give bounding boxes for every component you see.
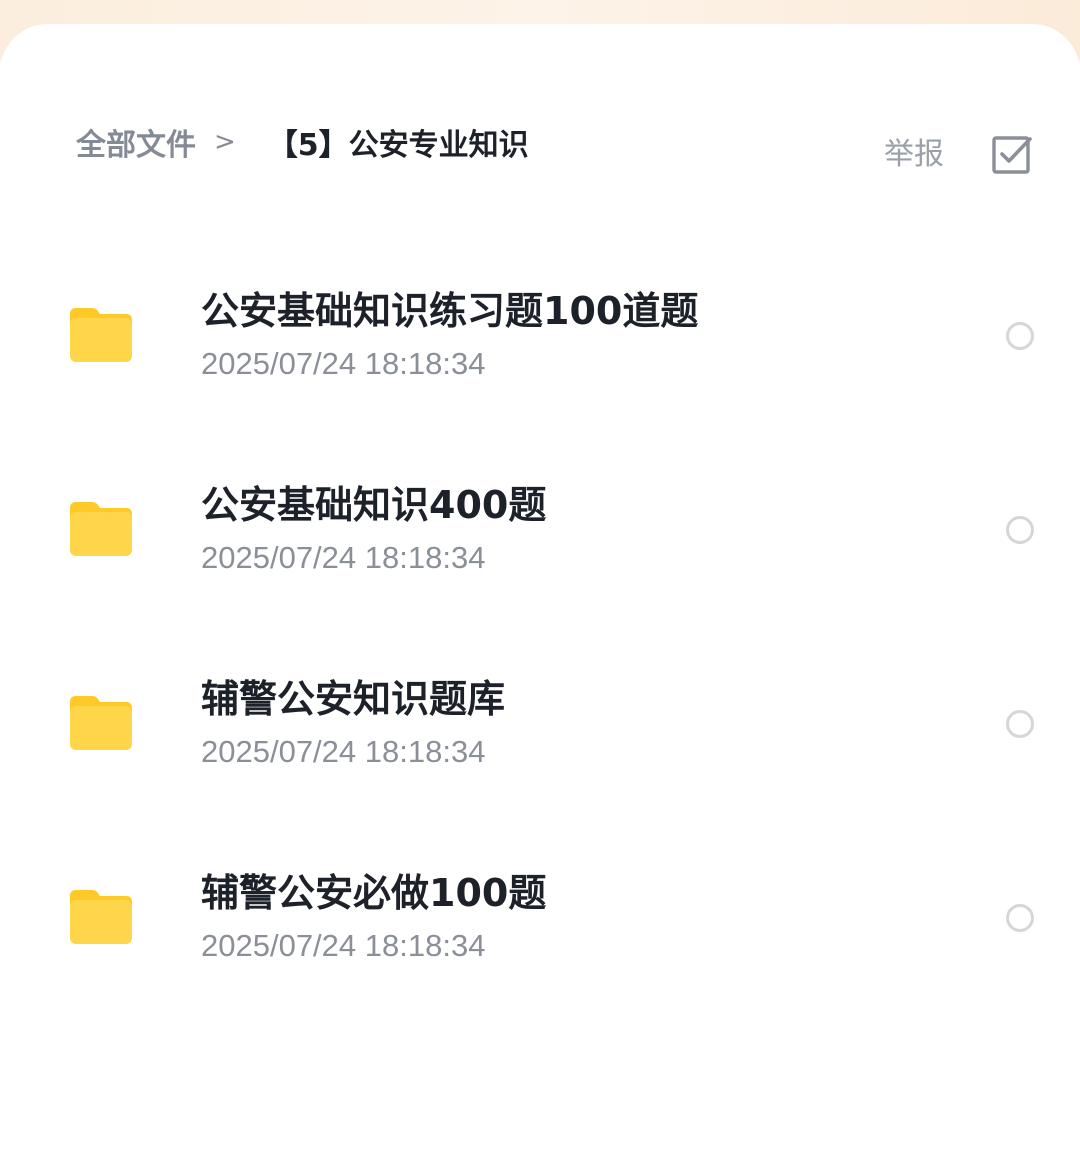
report-button[interactable]: 举报: [884, 135, 944, 175]
folder-icon: [70, 502, 132, 556]
file-date: 2025/07/24 18:18:34: [201, 928, 486, 963]
file-name: 公安基础知识练习题100道题: [201, 289, 699, 333]
select-radio[interactable]: [1006, 516, 1034, 544]
breadcrumb-root-link[interactable]: 全部文件: [76, 120, 196, 164]
list-item[interactable]: 辅警公安必做100题 2025/07/24 18:18:34: [0, 822, 1080, 1016]
file-date: 2025/07/24 18:18:34: [201, 734, 486, 769]
select-radio[interactable]: [1006, 322, 1034, 350]
file-name: 辅警公安知识题库: [201, 677, 506, 721]
list-item[interactable]: 辅警公安知识题库 2025/07/24 18:18:34: [0, 628, 1080, 822]
breadcrumb-separator: >: [214, 127, 236, 157]
breadcrumb-current-folder: 【5】公安专业知识: [267, 128, 529, 163]
list-item[interactable]: 公安基础知识练习题100道题 2025/07/24 18:18:34: [0, 240, 1080, 434]
select-radio[interactable]: [1006, 710, 1034, 738]
folder-icon: [70, 890, 132, 944]
checkbox-icon[interactable]: [992, 135, 1032, 175]
select-radio[interactable]: [1006, 904, 1034, 932]
folder-icon: [70, 308, 132, 362]
file-date: 2025/07/24 18:18:34: [201, 346, 486, 381]
file-name: 公安基础知识400题: [201, 483, 547, 527]
file-name: 辅警公安必做100题: [201, 871, 547, 915]
file-date: 2025/07/24 18:18:34: [201, 540, 486, 575]
list-item[interactable]: 公安基础知识400题 2025/07/24 18:18:34: [0, 434, 1080, 628]
breadcrumb: 全部文件 > 【5】公安专业知识: [76, 112, 529, 172]
folder-icon: [70, 696, 132, 750]
file-list: 公安基础知识练习题100道题 2025/07/24 18:18:34 公安基础知…: [0, 240, 1080, 1016]
